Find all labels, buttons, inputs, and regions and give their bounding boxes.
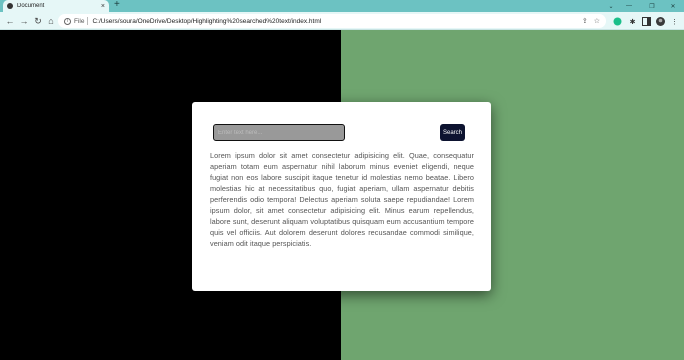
tab-title: Document [17, 3, 45, 9]
share-icon[interactable]: ⇪ [582, 17, 588, 25]
close-tab-icon[interactable]: × [101, 3, 105, 10]
sidepanel-icon[interactable] [642, 17, 651, 26]
page-viewport: Search Lorem ipsum dolor sit amet consec… [0, 30, 684, 360]
browser-tab[interactable]: Document × [3, 0, 109, 12]
forward-arrow-icon[interactable]: → [18, 15, 30, 27]
address-bar[interactable]: i File C:/Users/soura/OneDrive/Desktop/H… [58, 14, 606, 28]
minimize-icon[interactable]: — [618, 0, 640, 12]
extension-green-shape [613, 17, 622, 26]
avatar-shape [656, 17, 665, 26]
star-icon[interactable]: ☆ [594, 17, 600, 25]
lorem-paragraph: Lorem ipsum dolor sit amet consectetur a… [210, 151, 474, 248]
search-button[interactable]: Search [440, 124, 465, 141]
reload-icon[interactable]: ↻ [32, 15, 44, 27]
info-icon[interactable]: i [64, 17, 71, 25]
maximize-icon[interactable]: ❐ [641, 0, 663, 12]
back-arrow-icon[interactable]: ← [4, 15, 16, 27]
new-tab-button[interactable]: + [114, 0, 120, 10]
tab-strip: Document × + ⌄ — ❐ ✕ [0, 0, 684, 12]
profile-avatar[interactable] [656, 17, 665, 26]
omnibox-divider [87, 17, 89, 25]
kebab-menu-icon[interactable]: ⋮ [670, 17, 679, 26]
home-icon[interactable]: ⌂ [45, 15, 57, 27]
globe-icon [7, 3, 13, 9]
search-input[interactable] [213, 124, 345, 141]
puzzle-icon[interactable]: ✱ [628, 17, 637, 26]
sidepanel-shape [642, 17, 651, 26]
extension-green-icon[interactable] [613, 17, 622, 26]
url-text[interactable]: C:/Users/soura/OneDrive/Desktop/Highligh… [92, 18, 575, 25]
content-card: Search Lorem ipsum dolor sit amet consec… [192, 102, 491, 291]
browser-toolbar: ← → ↻ ⌂ i File C:/Users/soura/OneDrive/D… [0, 12, 684, 30]
url-scheme: File [74, 17, 85, 25]
close-window-icon[interactable]: ✕ [662, 0, 684, 12]
